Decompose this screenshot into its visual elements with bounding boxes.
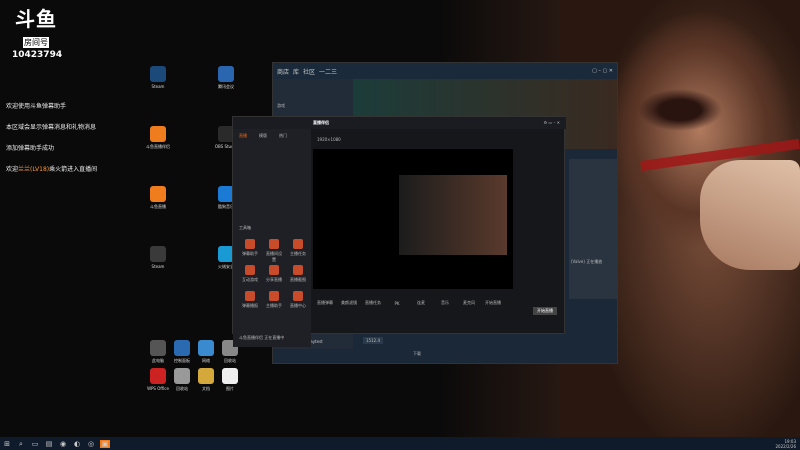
douyu-logo: 斗鱼 房间号 10423794 (12, 7, 63, 60)
desktop-icon[interactable]: 腾讯会议 (206, 66, 246, 90)
nav-profile[interactable]: 一二三 (319, 67, 337, 76)
companion-titlebar: 直播伴侣 ⚙ ▭ – ✕ (233, 117, 566, 129)
steam-right-panel: (Valve) 正在播放 (569, 159, 617, 299)
resolution-label: 1920×1080 (317, 137, 341, 142)
preview-canvas[interactable] (313, 149, 513, 289)
companion-toolbar: 直播弹幕 美颜滤镜 直播任务 PK 连麦 音乐 麦克风 开始直播 (313, 293, 566, 313)
companion-sidebar: 直播 模版 热门 工具箱 弹幕助手 直播间设置 主播任务互动游戏 分享直播 直播截图弹幕… (233, 129, 311, 347)
tool-icon (269, 265, 279, 275)
nav-community[interactable]: 社区 (303, 67, 315, 76)
windows-start-icon[interactable]: ⊞ (2, 440, 12, 448)
system-tray: 19:03 2022/2/26 (775, 437, 796, 450)
desktop-icon[interactable]: Steam (138, 246, 178, 269)
clock[interactable]: 19:03 2022/2/26 (775, 439, 796, 449)
download-value: 1512.4 (363, 337, 383, 344)
steam-taskbar-icon[interactable]: ◎ (86, 440, 96, 448)
desktop-icon-label: 图片 (226, 386, 234, 391)
download-status[interactable]: 下载 (413, 351, 421, 357)
message: 添加弹幕助手成功 (6, 145, 55, 152)
steam-titlebar: 商店 库 社区 一二三 ▢ – ▢ ✕ (273, 63, 617, 79)
search-icon[interactable]: ⌕ (16, 440, 26, 448)
app-icon (218, 66, 234, 82)
toolbar-button[interactable]: 美颜滤镜 (337, 300, 361, 306)
nested-preview (399, 175, 507, 255)
message: 本区域会显示弹幕消息和礼物消息 (6, 124, 97, 131)
app-icon (150, 186, 166, 202)
tool-icon (293, 291, 303, 301)
room-id: 10423794 (12, 50, 63, 60)
tool-icon (245, 239, 255, 249)
tool-icon (293, 239, 303, 249)
desktop-icon-label: 斗鱼直播 (150, 204, 166, 209)
toolbar-button[interactable]: 直播任务 (361, 300, 385, 306)
app-icon (150, 246, 166, 262)
toolbar-button[interactable]: 直播弹幕 (313, 300, 337, 306)
tool-button[interactable]: 互动游戏 (241, 265, 259, 283)
desktop-icon-label: Steam (151, 264, 165, 269)
tool-button[interactable]: 主播助手 (265, 291, 283, 309)
toolbar-button[interactable]: 麦克风 (457, 300, 481, 306)
toolbar-button[interactable]: PK (385, 301, 409, 306)
promo-text: (Valve) 正在播放 (571, 259, 603, 264)
wallpaper-hand (700, 160, 800, 270)
desktop-icon-label: 斗鱼直播伴侣 (146, 144, 170, 149)
danmaku-messages: 欢迎使用斗鱼弹幕助手 本区域会显示弹幕消息和礼物消息 添加弹幕助手成功 欢迎兰兰… (6, 96, 97, 180)
room-label: 房间号 (23, 37, 49, 48)
tab-hot[interactable]: 热门 (279, 133, 287, 139)
app-icon (222, 368, 238, 384)
toolbar-button[interactable]: 连麦 (409, 300, 433, 306)
start-stream-button[interactable]: 开始直播 (533, 307, 557, 315)
tool-button[interactable]: 直播截图 (289, 265, 307, 283)
tool-button[interactable]: 主播任务 (289, 239, 307, 257)
desktop-icon[interactable]: 斗鱼直播伴侣 (138, 126, 178, 150)
window-controls[interactable]: ▢ – ▢ ✕ (592, 68, 613, 74)
app-icon (150, 66, 166, 82)
message: 欢迎兰兰(LV18)乘火箭进入直播间 (6, 166, 98, 173)
tool-button[interactable]: 分享直播 (265, 265, 283, 283)
chrome-icon[interactable]: ◉ (58, 440, 68, 448)
taskview-icon[interactable]: ▭ (30, 440, 40, 448)
tool-icon (245, 291, 255, 301)
app-title: 直播伴侣 (313, 120, 329, 125)
nav-store[interactable]: 商店 (277, 67, 289, 76)
tool-button[interactable]: 弹幕助手 (241, 239, 259, 257)
taskbar: ⊞ ⌕ ▭ ▤ ◉ ◐ ◎ ▣ 19:03 2022/2/26 (0, 437, 800, 450)
edge-icon[interactable]: ◐ (72, 440, 82, 448)
desktop-icon-label: 回收站 (224, 358, 236, 363)
library-label: 游戏 (277, 103, 285, 108)
companion-window[interactable]: 直播伴侣 ⚙ ▭ – ✕ 直播 模版 热门 工具箱 弹幕助手 直播间设置 主播任务互… (232, 116, 566, 347)
app-icon (150, 126, 166, 142)
tool-icon (269, 239, 279, 249)
tool-button[interactable]: 直播间设置 (265, 239, 283, 263)
desktop-icon[interactable]: 斗鱼直播 (138, 186, 178, 210)
tool-button[interactable]: 弹幕播报 (241, 291, 259, 309)
desktop-icon-label: 腾讯会议 (218, 84, 234, 89)
tool-button[interactable]: 直播中心 (289, 291, 307, 309)
toolbar-button[interactable]: 音乐 (433, 300, 457, 306)
folder-icon[interactable]: ▤ (44, 440, 54, 448)
douyu-taskbar-icon[interactable]: ▣ (100, 439, 110, 448)
desktop-icon[interactable]: 图片 (210, 368, 250, 392)
tool-icon (269, 291, 279, 301)
desktop-icon-label: Steam (151, 84, 165, 89)
tool-icon (245, 265, 255, 275)
tab-template[interactable]: 模版 (259, 133, 267, 139)
window-controls[interactable]: ⚙ ▭ – ✕ (543, 120, 560, 125)
desktop-icon[interactable]: Steam (138, 66, 178, 89)
toolbar-button[interactable]: 开始直播 (481, 300, 505, 306)
toolbox-heading: 工具箱 (239, 225, 251, 230)
nav-library[interactable]: 库 (293, 67, 299, 76)
tab-live[interactable]: 直播 (239, 133, 247, 139)
platform-name: 斗鱼 (15, 7, 57, 31)
message: 欢迎使用斗鱼弹幕助手 (6, 103, 67, 110)
live-status: 斗鱼直播伴侣 正在直播中 (239, 335, 285, 340)
tool-icon (293, 265, 303, 275)
